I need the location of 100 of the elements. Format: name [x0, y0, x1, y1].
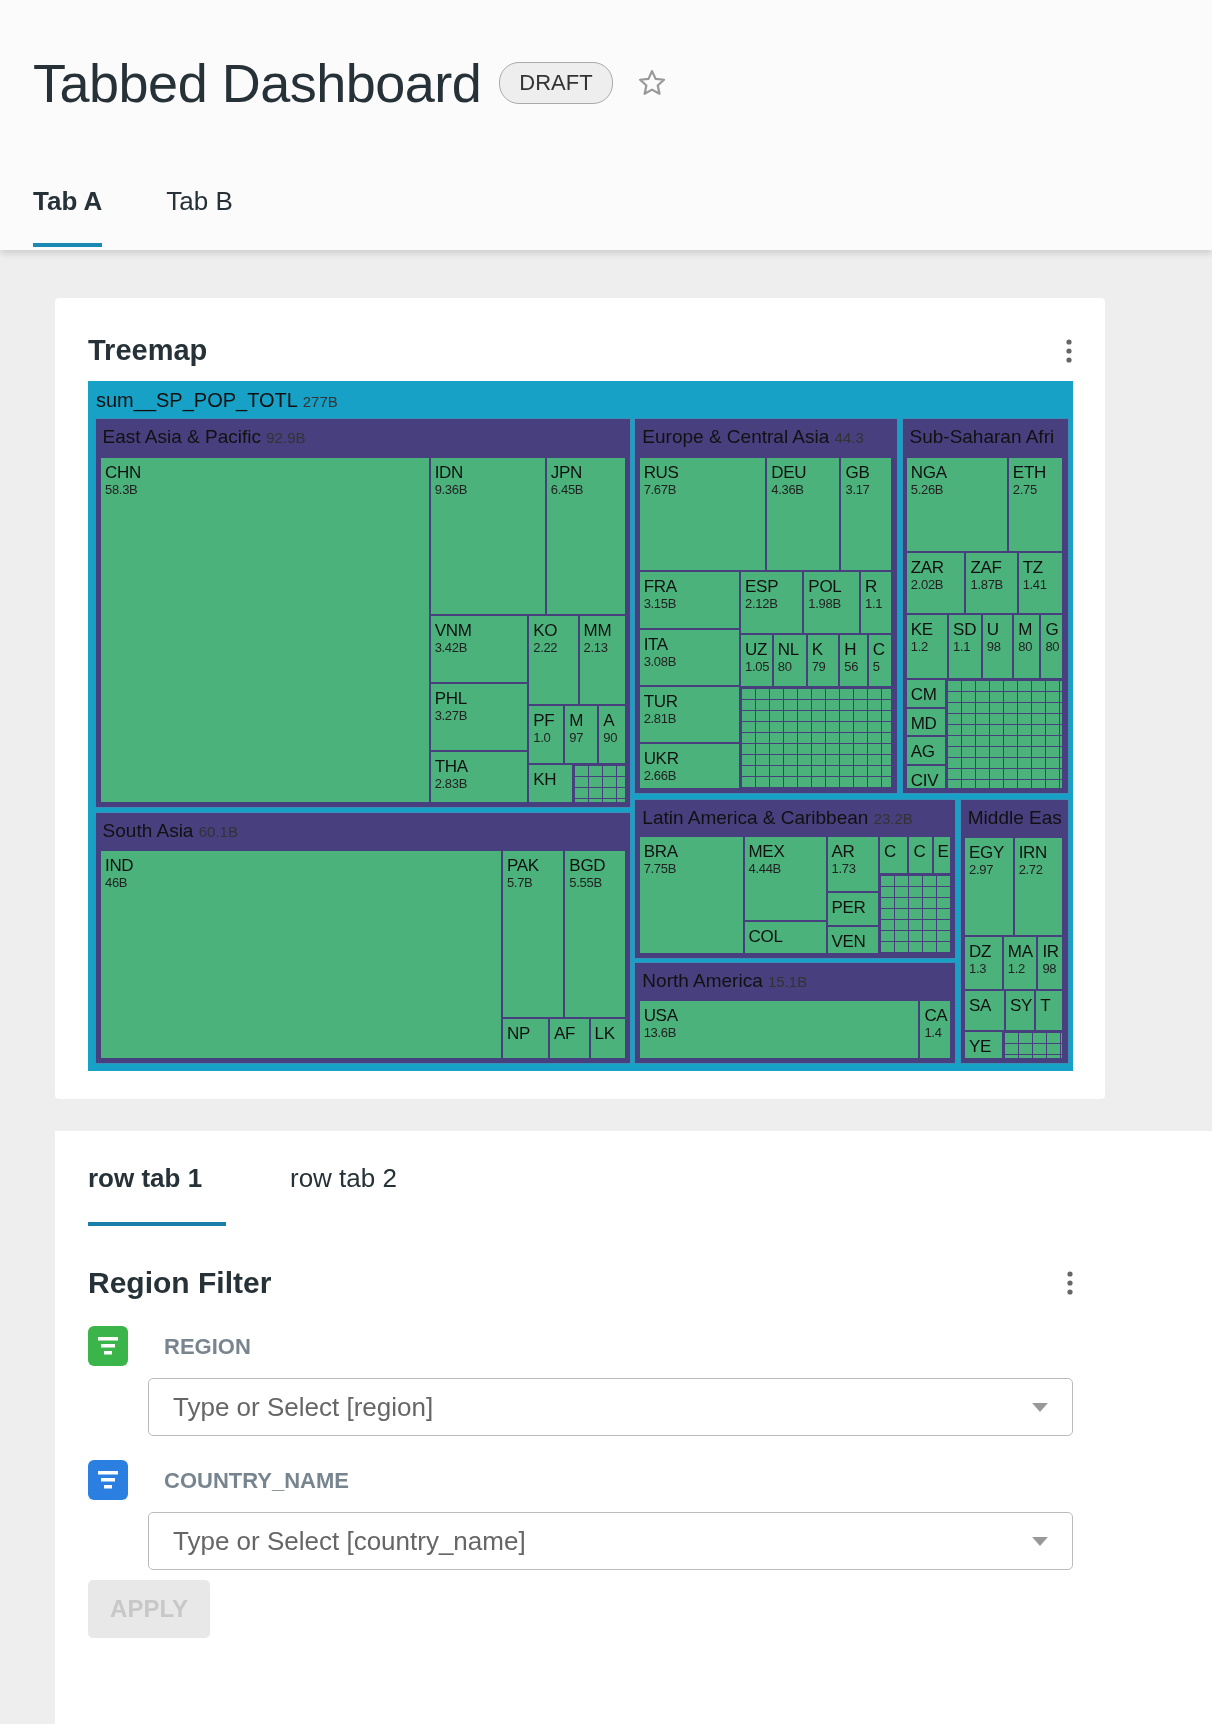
country-tile[interactable]: BRA 7.75B: [638, 836, 744, 954]
region-tile[interactable]: Europe & Central Asia 44.3 RUS 7.67B DEU 4.36B GB 3.17 FRA 3.15B ITA 3.08B TUR 2.81B UKR 2.66B ESP 2.12B POL 1.98B R 1.1 UZ 1.05 NL 80 K 79 H 56 C 5: [634, 418, 899, 795]
country-tile[interactable]: UKR 2.66B: [638, 742, 741, 789]
country-tile[interactable]: THA 2.83B: [429, 750, 529, 803]
country-tile[interactable]: KO 2.22: [528, 615, 579, 705]
country-tile[interactable]: PF 1.0: [528, 704, 565, 764]
country-tile[interactable]: M 97: [564, 704, 599, 764]
country-tile[interactable]: MD: [905, 707, 946, 737]
caret-icon[interactable]: [1032, 1536, 1048, 1546]
country-tile[interactable]: KE 1.2: [905, 613, 949, 680]
country-tile[interactable]: C: [908, 836, 933, 875]
country-tile[interactable]: POL 1.98B: [803, 571, 861, 634]
region-tile[interactable]: North America 15.1B USA 13.6B CA 1.4: [634, 962, 957, 1065]
country-tile[interactable]: ZAR 2.02B: [905, 551, 966, 614]
country-tile[interactable]: ETH 2.75: [1007, 456, 1064, 552]
region-tile[interactable]: South Asia 60.1B IND 46B PAK 5.7B BGD 5.55B NP AF LK: [94, 811, 632, 1065]
country-tile[interactable]: NP: [501, 1017, 549, 1059]
region-tile[interactable]: East Asia & Pacific 92.9B CHN 58.3B IDN 9.36B JPN 6.45B VNM 3.42B PHL 3.27B THA 2.83B KO 2.22 MM 2.13 PF 1.0 M 97 A 90 KH: [94, 418, 632, 809]
country-tile[interactable]: IND 46B: [99, 849, 502, 1059]
country-tile[interactable]: JPN 6.45B: [545, 456, 626, 615]
region-tile[interactable]: Latin America & Caribbean 23.2B BRA 7.75B MEX 4.44B COL AR 1.73 PER VEN C C E: [634, 798, 957, 959]
country-tile[interactable]: ZAF 1.87B: [965, 551, 1018, 614]
region-label: East Asia & Pacific 92.9B: [102, 426, 306, 449]
country-code: TZ: [1022, 557, 1043, 577]
country-tile[interactable]: CA 1.4: [919, 999, 952, 1060]
country-tile[interactable]: SD 1.1: [948, 613, 982, 680]
country-tile[interactable]: T: [1035, 990, 1064, 1031]
country-tile[interactable]: G 80: [1040, 613, 1064, 680]
country-tile[interactable]: CM: [905, 679, 946, 708]
country-tile[interactable]: YE: [964, 1030, 1003, 1060]
country-code: NP: [506, 1023, 530, 1043]
country-tile[interactable]: NL 80: [772, 633, 807, 688]
country-code: MA: [1007, 941, 1033, 961]
region-label: Sub-Saharan Afri: [909, 426, 1055, 449]
tab[interactable]: Tab A: [33, 178, 103, 247]
select-field[interactable]: Type or Select [country_name]: [148, 1512, 1073, 1570]
tab[interactable]: row tab 1: [88, 1153, 226, 1226]
country-tile[interactable]: DEU 4.36B: [766, 456, 841, 572]
country-tile[interactable]: TUR 2.81B: [638, 686, 741, 743]
country-tile[interactable]: K 79: [806, 633, 840, 688]
select-field[interactable]: Type or Select [region]: [148, 1378, 1073, 1436]
country-tile[interactable]: PHL 3.27B: [429, 682, 529, 751]
country-tile[interactable]: VNM 3.42B: [429, 615, 529, 683]
country-tile[interactable]: BGD 5.55B: [564, 849, 626, 1018]
country-value: 1.05: [745, 658, 770, 674]
tab[interactable]: Tab B: [166, 178, 233, 247]
country-code: BRA: [643, 842, 678, 862]
country-tile[interactable]: DZ 1.3: [964, 935, 1003, 991]
country-tile[interactable]: AR 1.73: [826, 836, 879, 892]
country-tile[interactable]: NGA 5.26B: [905, 456, 1008, 552]
country-tile[interactable]: COL: [743, 921, 827, 954]
country-tile[interactable]: LK: [589, 1017, 626, 1059]
country-tile[interactable]: VEN: [826, 926, 879, 954]
country-tile[interactable]: RUS 7.67B: [638, 456, 767, 572]
country-code: MD: [910, 713, 937, 733]
country-tile[interactable]: MEX 4.44B: [743, 836, 827, 921]
country-tile[interactable]: ITA 3.08B: [638, 629, 741, 686]
country-tile[interactable]: UZ 1.05: [740, 633, 773, 688]
country-code: BGD: [569, 855, 606, 875]
country-tile[interactable]: H 56: [839, 633, 868, 688]
country-value: 1.2: [1007, 960, 1025, 976]
region-tile[interactable]: Sub-Saharan Afri NGA 5.26B ETH 2.75 ZAR 2.02B ZAF 1.87B TZ 1.41 KE 1.2 SD 1.1 U 98 M 80 G 80 CM MD AG CIV: [901, 418, 1069, 795]
country-tile[interactable]: IR 98: [1037, 935, 1064, 991]
more-menu-icon[interactable]: [1067, 1270, 1073, 1296]
country-code: FRA: [643, 577, 677, 597]
country-tile[interactable]: R 1.1: [860, 571, 892, 634]
country-tile[interactable]: KH: [528, 763, 574, 803]
country-tile[interactable]: TZ 1.41: [1017, 551, 1064, 614]
tab[interactable]: row tab 2: [290, 1153, 397, 1226]
country-tile[interactable]: A 90: [598, 704, 626, 764]
country-tile[interactable]: SA: [964, 990, 1005, 1031]
country-value: 5: [872, 658, 880, 674]
caret-icon[interactable]: [1032, 1402, 1048, 1412]
country-tile[interactable]: AG: [905, 736, 946, 765]
country-tile[interactable]: CIV: [905, 764, 946, 789]
country-code: VNM: [434, 621, 472, 640]
country-code: THA: [434, 756, 468, 776]
country-tile[interactable]: IRN 2.72: [1013, 836, 1064, 936]
country-tile[interactable]: ESP 2.12B: [740, 571, 804, 634]
country-tile[interactable]: C: [878, 836, 909, 875]
country-tile[interactable]: U 98: [981, 613, 1014, 680]
country-value: 2.13: [583, 640, 608, 655]
country-tile[interactable]: GB 3.17: [840, 456, 892, 572]
country-tile[interactable]: M 80: [1013, 613, 1041, 680]
country-tile[interactable]: PER: [826, 891, 879, 927]
country-tile[interactable]: EGY 2.97: [964, 836, 1014, 936]
region-tile[interactable]: Middle Eas EGY 2.97 IRN 2.72 DZ 1.3 MA 1.2 IR 98 SA SY T YE: [959, 798, 1069, 1065]
country-tile[interactable]: CHN 58.3B: [99, 456, 430, 803]
country-tile[interactable]: FRA 3.15B: [638, 571, 741, 630]
country-tile[interactable]: IDN 9.36B: [429, 456, 546, 615]
star-icon[interactable]: [636, 68, 667, 98]
country-value: 98: [986, 638, 1001, 654]
country-tile[interactable]: AF: [549, 1017, 590, 1059]
country-tile[interactable]: PAK 5.7B: [501, 849, 565, 1018]
country-value: 1.3: [969, 960, 987, 976]
country-tile[interactable]: MA 1.2: [1002, 935, 1038, 991]
country-tile[interactable]: USA 13.6B: [638, 999, 920, 1060]
more-menu-icon[interactable]: [1066, 337, 1072, 364]
country-tile[interactable]: MM 2.13: [578, 615, 626, 705]
country-tile[interactable]: SY: [1005, 990, 1036, 1031]
